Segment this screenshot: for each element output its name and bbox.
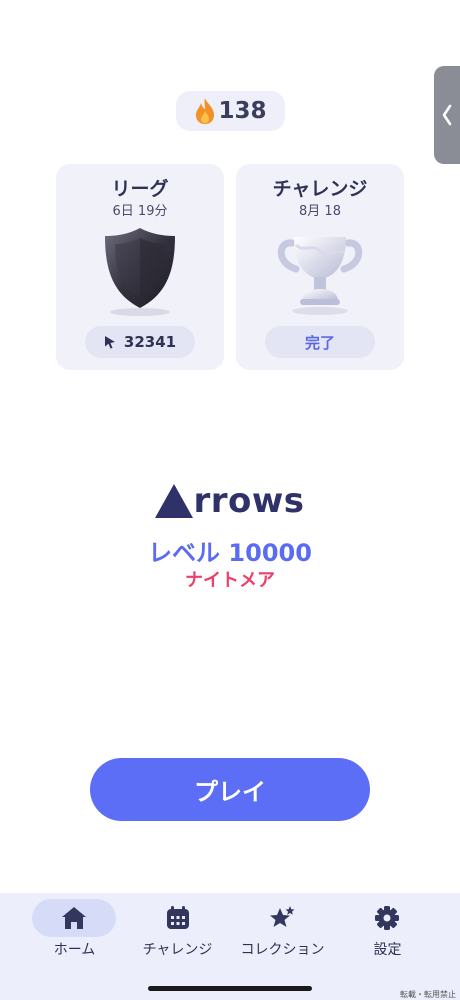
- tab-challenge-label: チャレンジ: [142, 942, 213, 958]
- home-icon: [60, 904, 88, 932]
- challenge-status-pill[interactable]: 完了: [265, 326, 375, 358]
- challenge-card[interactable]: チャレンジ 8月 18 完了: [236, 164, 404, 370]
- shield-icon: [90, 222, 190, 322]
- flame-icon: [194, 97, 216, 125]
- challenge-date: 8月 18: [299, 204, 341, 219]
- game-logo: rrows: [0, 484, 460, 518]
- challenge-status: 完了: [304, 333, 335, 352]
- league-card[interactable]: リーグ 6日 19分 32341: [56, 164, 224, 370]
- side-panel-tab[interactable]: [434, 66, 460, 164]
- streak-counter[interactable]: 138: [176, 91, 285, 131]
- cursor-icon: [104, 335, 116, 349]
- tab-settings[interactable]: 設定: [330, 893, 445, 973]
- game-logo-text: rrows: [193, 481, 305, 521]
- challenge-title: チャレンジ: [272, 178, 368, 200]
- tab-home-label: ホーム: [53, 942, 96, 958]
- tab-settings-label: 設定: [373, 942, 402, 958]
- tab-home[interactable]: ホーム: [0, 893, 116, 973]
- league-time-remaining: 6日 19分: [112, 204, 168, 219]
- league-score-pill[interactable]: 32341: [85, 326, 195, 358]
- tab-collection-label: コレクション: [240, 942, 325, 958]
- level-label: レベル 10000: [148, 539, 312, 567]
- chevron-left-icon: [442, 104, 452, 126]
- play-button[interactable]: プレイ: [90, 758, 370, 821]
- calendar-icon: [164, 904, 192, 932]
- bottom-tab-bar: ホーム チャレンジ コレクション 設定: [0, 893, 460, 1000]
- tab-collection[interactable]: コレクション: [225, 893, 340, 973]
- league-title: リーグ: [111, 178, 169, 200]
- tab-challenge[interactable]: チャレンジ: [120, 893, 235, 973]
- league-score: 32341: [123, 333, 177, 351]
- watermark: 転載・転用禁止: [400, 990, 456, 999]
- home-indicator[interactable]: [148, 986, 312, 991]
- gear-icon: [373, 904, 401, 932]
- trophy-icon: [270, 222, 370, 322]
- streak-value: 138: [218, 98, 267, 124]
- difficulty-label: ナイトメア: [185, 570, 275, 591]
- stars-icon: [268, 904, 296, 932]
- triangle-a-icon: [155, 484, 194, 518]
